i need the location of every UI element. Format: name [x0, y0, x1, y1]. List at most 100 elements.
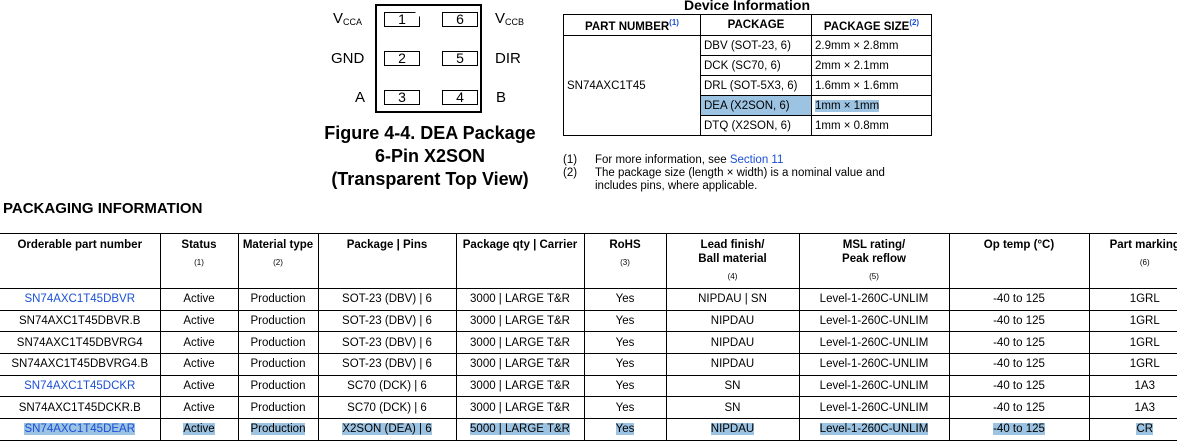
dev-package-highlighted: DEA (X2SON, 6): [701, 96, 812, 116]
cell-msl: Level-1-260C-UNLIM: [799, 354, 949, 376]
cell-text: Active: [183, 315, 214, 327]
pin-label-vccb: VCCB: [495, 10, 524, 31]
table-row: SN74AXC1T45DCKRActiveProductionSC70 (DCK…: [0, 375, 1177, 397]
column-header-label: Lead finish/: [668, 238, 798, 252]
part-number-link[interactable]: SN74AXC1T45DCKR: [24, 380, 135, 392]
cell-finish: SN: [666, 397, 799, 419]
column-header: Material type(2): [238, 234, 318, 289]
cell-text: 1A3: [1135, 380, 1155, 392]
dev-header-size: PACKAGE SIZE(2): [812, 15, 932, 36]
note-2-cont: includes pins, where applicable.: [563, 180, 885, 193]
device-info-notes: (1)For more information, see Section 11 …: [563, 154, 885, 193]
cell-material: Production: [238, 397, 318, 419]
dev-header-package: PACKAGE: [701, 15, 812, 36]
cell-temp: -40 to 125: [949, 289, 1089, 311]
cell-qty: 5000 | LARGE T&R: [456, 419, 584, 441]
part-number-link[interactable]: SN74AXC1T45DEAR: [24, 423, 135, 435]
cell-text: 3000 | LARGE T&R: [470, 402, 570, 414]
cell-text: SC70 (DCK) | 6: [347, 380, 427, 392]
column-header-label: Ball material: [668, 252, 798, 266]
cell-pkg: SOT-23 (DBV) | 6: [318, 332, 456, 354]
cell-marking: 1GRL: [1089, 354, 1177, 376]
cell-msl: Level-1-260C-UNLIM: [799, 310, 949, 332]
dev-package: DCK (SC70, 6): [701, 56, 812, 76]
dev-package: DRL (SOT-5X3, 6): [701, 76, 812, 96]
table-row: SN74AXC1T45DBVRG4ActiveProductionSOT-23 …: [0, 332, 1177, 354]
cell-text: SOT-23 (DBV) | 6: [342, 358, 432, 370]
note-1: (1)For more information, see Section 11: [563, 154, 885, 167]
cell-text: Yes: [616, 337, 635, 349]
cell-text: 1GRL: [1130, 337, 1160, 349]
cell-status: Active: [160, 354, 238, 376]
column-header-label: Op temp (°C): [951, 238, 1088, 252]
cell-text: Production: [251, 423, 306, 435]
cell-text: Level-1-260C-UNLIM: [820, 293, 929, 305]
cell-msl: Level-1-260C-UNLIM: [799, 375, 949, 397]
column-footnote: (4): [668, 270, 798, 284]
cell-msl: Level-1-260C-UNLIM: [799, 397, 949, 419]
cell-msl: Level-1-260C-UNLIM: [799, 332, 949, 354]
part-number-link[interactable]: SN74AXC1T45DBVR: [24, 293, 135, 305]
cell-text: Yes: [616, 293, 635, 305]
cell-rohs: Yes: [584, 419, 666, 441]
cell-text: 1GRL: [1130, 315, 1160, 327]
cell-text: Active: [183, 337, 214, 349]
cell-temp: -40 to 125: [949, 310, 1089, 332]
cell-pkg: SC70 (DCK) | 6: [318, 397, 456, 419]
cell-material: Production: [238, 354, 318, 376]
section-11-link[interactable]: Section 11: [730, 154, 784, 166]
cell-part: SN74AXC1T45DBVRG4.B: [0, 354, 160, 376]
cell-finish: NIPDAU: [666, 354, 799, 376]
cell-finish: SN: [666, 375, 799, 397]
pin-3: 3: [384, 90, 420, 105]
cell-status: Active: [160, 289, 238, 311]
table-row: SN74AXC1T45DBVRActiveProductionSOT-23 (D…: [0, 289, 1177, 311]
column-header-label: MSL rating/: [801, 238, 948, 252]
column-header: Orderable part number: [0, 234, 160, 289]
pin-label-vcca: VCCA: [333, 10, 362, 31]
cell-marking: 1GRL: [1089, 310, 1177, 332]
cell-text: 3000 | LARGE T&R: [470, 358, 570, 370]
cell-msl: Level-1-260C-UNLIM: [799, 419, 949, 441]
cell-qty: 3000 | LARGE T&R: [456, 310, 584, 332]
pin-4: 4: [442, 90, 478, 105]
packaging-table: Orderable part numberStatus(1)Material t…: [0, 233, 1177, 441]
dev-size: 1mm × 0.8mm: [812, 116, 932, 136]
column-header: RoHS(3): [584, 234, 666, 289]
pin-label-a: A: [355, 89, 365, 107]
cell-text: Level-1-260C-UNLIM: [820, 423, 929, 435]
cell-text: Active: [183, 402, 214, 414]
cell-status: Active: [160, 375, 238, 397]
cell-material: Production: [238, 332, 318, 354]
cell-text: 3000 | LARGE T&R: [470, 380, 570, 392]
column-header-label: Orderable part number: [1, 238, 159, 252]
cell-text: SN74AXC1T45DCKR.B: [19, 402, 141, 414]
dev-size: 1.6mm × 1.6mm: [812, 76, 932, 96]
cell-qty: 3000 | LARGE T&R: [456, 375, 584, 397]
cell-text: Level-1-260C-UNLIM: [820, 358, 929, 370]
column-footnote: (1): [162, 256, 237, 270]
table-row: SN74AXC1T45DBVR.BActiveProductionSOT-23 …: [0, 310, 1177, 332]
column-header-label: Package | Pins: [320, 238, 455, 252]
cell-part: SN74AXC1T45DBVR.B: [0, 310, 160, 332]
cell-text: Active: [183, 358, 214, 370]
dev-package: DBV (SOT-23, 6): [701, 36, 812, 56]
cell-text: Production: [251, 337, 306, 349]
packaging-title: PACKAGING INFORMATION: [3, 200, 202, 217]
column-header: Package qty | Carrier: [456, 234, 584, 289]
column-header: MSL rating/Peak reflow(5): [799, 234, 949, 289]
cell-text: 3000 | LARGE T&R: [470, 293, 570, 305]
dev-package: DTQ (X2SON, 6): [701, 116, 812, 136]
caption-line-3: (Transparent Top View): [300, 168, 560, 191]
dev-size-highlighted: 1mm × 1mm: [812, 96, 932, 116]
cell-text: Yes: [616, 358, 635, 370]
cell-material: Production: [238, 289, 318, 311]
cell-finish: NIPDAU: [666, 310, 799, 332]
cell-text: Level-1-260C-UNLIM: [820, 402, 929, 414]
cell-qty: 3000 | LARGE T&R: [456, 289, 584, 311]
cell-finish: NIPDAU: [666, 419, 799, 441]
table-row: SN74AXC1T45DCKR.B Active ProductionSC70 (D…: [0, 397, 1177, 419]
note-2: (2)The package size (length × width) is …: [563, 167, 885, 180]
dev-header-part: PART NUMBER(1): [564, 15, 701, 36]
cell-text: Active: [183, 423, 214, 435]
